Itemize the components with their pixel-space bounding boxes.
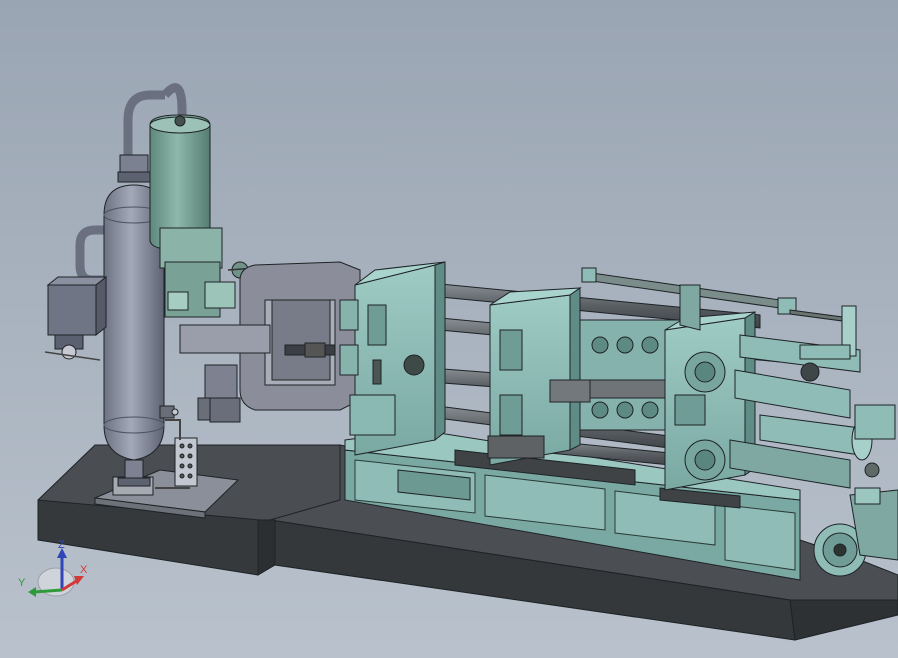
machine-model[interactable] bbox=[0, 0, 898, 658]
triad-y-label: Y bbox=[18, 577, 26, 589]
left-valve-block[interactable] bbox=[44, 275, 108, 361]
triad-x-label: X bbox=[80, 564, 88, 576]
base-step bbox=[257, 519, 276, 576]
triad-y-arrow bbox=[28, 587, 36, 597]
triad-x-arrow bbox=[74, 576, 84, 585]
base-side-right bbox=[789, 599, 898, 641]
pump-motor[interactable] bbox=[813, 487, 898, 577]
cad-viewport[interactable] bbox=[0, 0, 898, 658]
fixed-platen[interactable] bbox=[339, 261, 446, 456]
fittings bbox=[159, 397, 211, 421]
triad-y-axis bbox=[33, 588, 63, 594]
triad-z-label: Z bbox=[58, 540, 65, 551]
orientation-triad[interactable]: Z X Y bbox=[14, 539, 94, 605]
moving-platen[interactable] bbox=[487, 287, 582, 466]
